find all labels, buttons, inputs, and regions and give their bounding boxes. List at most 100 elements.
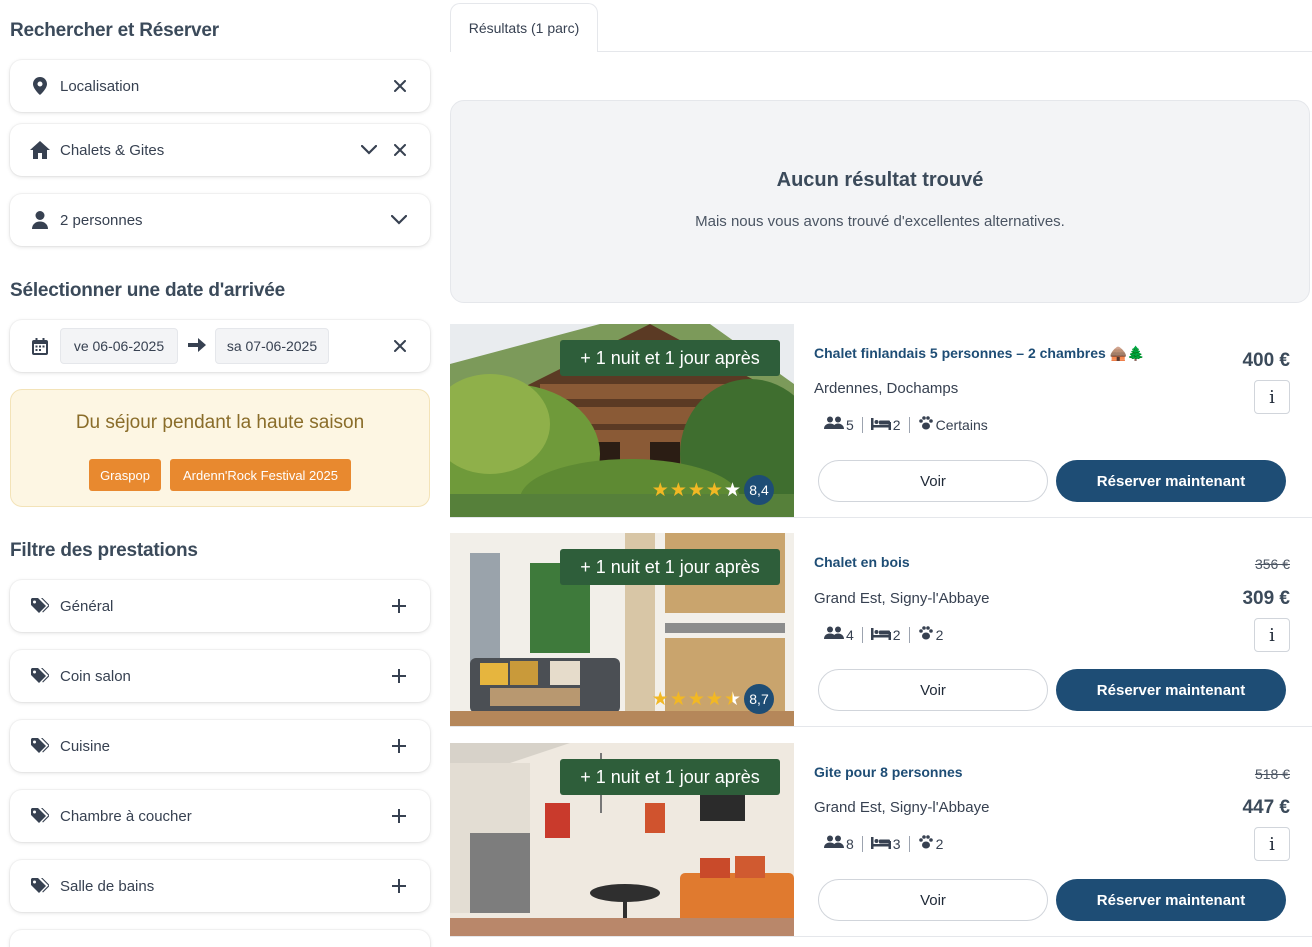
users-icon <box>824 416 846 433</box>
result-card: + 1 nuit et 1 jour après Gite pour 8 per… <box>450 743 1312 937</box>
result-card: + 1 nuit et 1 jour après ★ ★ ★ ★ ★ 8,7 C… <box>450 533 1312 727</box>
view-button[interactable]: Voir <box>818 460 1048 502</box>
bedrooms-count: 2 <box>892 626 901 643</box>
rating-score: 8,7 <box>744 684 774 714</box>
tab-results[interactable]: Résultats (1 parc) <box>450 3 598 52</box>
pets-value: 2 <box>935 626 944 643</box>
filter-chambre[interactable]: Chambre à coucher <box>10 790 430 842</box>
bedrooms-count: 3 <box>892 835 901 852</box>
date-from-input[interactable]: ve 06-06-2025 <box>60 328 178 364</box>
card-features: 8 3 2 <box>824 835 943 852</box>
bedrooms-count: 2 <box>892 416 901 433</box>
sidebar: Rechercher et Réserver Localisation Chal… <box>0 0 440 947</box>
pets-value: Certains <box>935 416 988 433</box>
view-button[interactable]: Voir <box>818 669 1048 711</box>
filter-salle-de-bains[interactable]: Salle de bains <box>10 860 430 912</box>
filter-general[interactable]: Général <box>10 580 430 632</box>
close-icon[interactable] <box>392 78 408 94</box>
map-pin-icon <box>30 76 50 96</box>
view-button[interactable]: Voir <box>818 879 1048 921</box>
card-price: 400 € <box>1242 350 1290 371</box>
card-title[interactable]: Chalet finlandais 5 personnes – 2 chambr… <box>814 345 1145 362</box>
search-title: Rechercher et Réserver <box>10 20 219 41</box>
info-icon[interactable]: i <box>1254 618 1290 652</box>
plus-icon[interactable] <box>390 877 408 895</box>
bed-icon <box>870 836 893 852</box>
chalet-photo[interactable]: + 1 nuit et 1 jour après ★ ★ ★ ★ ★ 8,4 <box>450 324 794 517</box>
pets-value: 2 <box>935 835 944 852</box>
old-price: 356 € <box>1254 556 1290 572</box>
star-icon: ★ <box>669 688 687 710</box>
filter-next[interactable] <box>10 930 430 947</box>
close-icon[interactable] <box>392 338 408 354</box>
rating: ★ ★ ★ ★ ★ 8,7 <box>652 684 774 714</box>
filter-cuisine[interactable]: Cuisine <box>10 720 430 772</box>
book-now-button[interactable]: Réserver maintenant <box>1056 460 1286 502</box>
filter-label: Coin salon <box>60 667 131 685</box>
star-icon: ★ <box>705 688 723 710</box>
tab-divider <box>597 51 1312 52</box>
date-to-input[interactable]: sa 07-06-2025 <box>215 328 329 364</box>
no-result-panel: Aucun résultat trouvé Mais nous vous avo… <box>450 100 1310 303</box>
star-icon: ★ <box>687 688 705 710</box>
plus-icon[interactable] <box>390 807 408 825</box>
no-result-subtitle: Mais nous vous avons trouvé d'excellente… <box>695 213 1065 230</box>
card-title[interactable]: Chalet en bois <box>814 554 910 570</box>
book-now-button[interactable]: Réserver maintenant <box>1056 669 1286 711</box>
card-title[interactable]: Gite pour 8 personnes <box>814 764 963 780</box>
filter-label: Cuisine <box>60 737 111 755</box>
card-location: Ardennes, Dochamps <box>814 380 959 397</box>
info-icon[interactable]: i <box>1254 827 1290 861</box>
result-card: + 1 nuit et 1 jour après ★ ★ ★ ★ ★ 8,4 C… <box>450 324 1312 518</box>
date-title: Sélectionner une date d'arrivée <box>10 280 285 301</box>
filter-title: Filtre des prestations <box>10 540 198 561</box>
filter-label: Général <box>60 597 114 615</box>
bed-icon <box>870 627 893 643</box>
card-features: 4 2 2 <box>824 626 943 643</box>
star-icon: ★ <box>669 479 687 501</box>
plus-icon[interactable] <box>390 667 408 685</box>
users-icon <box>824 835 846 852</box>
chalet-photo[interactable]: + 1 nuit et 1 jour après ★ ★ ★ ★ ★ 8,7 <box>450 533 794 726</box>
persons-count: 5 <box>846 416 854 433</box>
paw-icon <box>918 626 936 643</box>
user-icon <box>30 210 50 230</box>
rating-score: 8,4 <box>744 475 774 505</box>
category-field[interactable]: Chalets & Gites <box>10 124 430 176</box>
close-icon[interactable] <box>392 142 408 158</box>
rating: ★ ★ ★ ★ ★ 8,4 <box>652 475 774 505</box>
extra-night-badge: + 1 nuit et 1 jour après <box>560 340 780 376</box>
tag-icon <box>30 736 50 756</box>
star-icon: ★ <box>723 479 741 501</box>
info-icon[interactable]: i <box>1254 380 1290 414</box>
tag-icon <box>30 806 50 826</box>
location-field[interactable]: Localisation <box>10 60 430 112</box>
tag-icon <box>30 596 50 616</box>
location-label: Localisation <box>60 77 140 95</box>
star-icon: ★ <box>651 479 669 501</box>
persons-field[interactable]: 2 personnes <box>10 194 430 246</box>
gite-photo[interactable]: + 1 nuit et 1 jour après <box>450 743 794 936</box>
plus-icon[interactable] <box>390 597 408 615</box>
date-field[interactable]: ve 06-06-2025 sa 07-06-2025 <box>10 320 430 372</box>
card-features: 5 2 Certains <box>824 416 988 433</box>
filter-coin-salon[interactable]: Coin salon <box>10 650 430 702</box>
event-chip-graspop[interactable]: Graspop <box>89 459 161 491</box>
no-result-title: Aucun résultat trouvé <box>776 169 984 191</box>
card-price: 447 € <box>1242 797 1290 818</box>
filter-label: Chambre à coucher <box>60 807 192 825</box>
bed-icon <box>870 417 893 433</box>
category-label: Chalets & Gites <box>60 141 165 159</box>
star-icon: ★ <box>705 479 723 501</box>
paw-icon <box>918 835 936 852</box>
book-now-button[interactable]: Réserver maintenant <box>1056 879 1286 921</box>
chevron-down-icon[interactable] <box>390 211 408 229</box>
persons-count: 8 <box>846 835 854 852</box>
calendar-icon <box>30 336 50 356</box>
chevron-down-icon[interactable] <box>360 141 378 159</box>
event-chip-ardennrock[interactable]: Ardenn'Rock Festival 2025 <box>170 459 351 491</box>
high-season-title: Du séjour pendant la haute saison <box>75 412 365 433</box>
high-season-box: Du séjour pendant la haute saison Graspo… <box>10 389 430 507</box>
plus-icon[interactable] <box>390 737 408 755</box>
extra-night-badge: + 1 nuit et 1 jour après <box>560 759 780 795</box>
